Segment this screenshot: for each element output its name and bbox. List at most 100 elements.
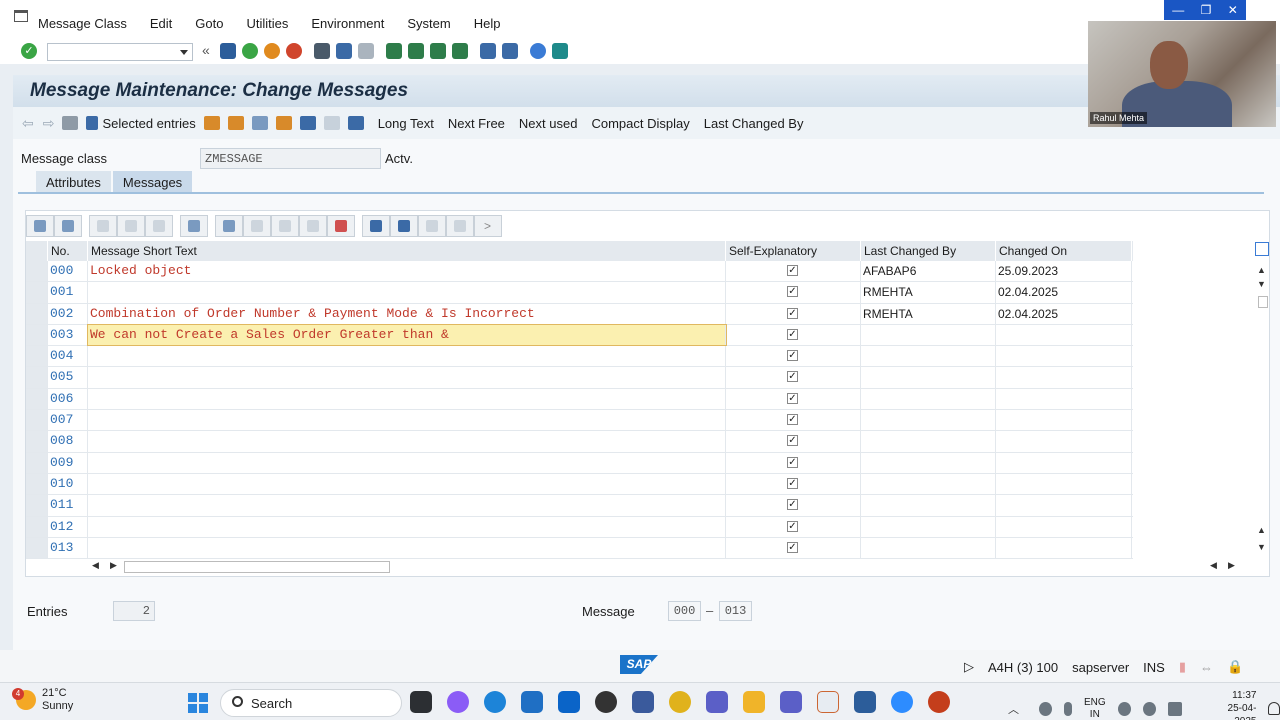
exit-icon[interactable] — [264, 43, 280, 59]
battery-icon[interactable] — [1168, 701, 1182, 716]
row-selector[interactable] — [26, 495, 48, 516]
chrome-browser-icon[interactable] — [669, 691, 691, 713]
sap-gui-icon[interactable] — [817, 691, 839, 713]
grid-search-next-button[interactable] — [390, 215, 418, 237]
cancel-icon[interactable] — [286, 43, 302, 59]
new-session-icon[interactable] — [480, 43, 496, 59]
notification-bell-icon[interactable] — [1268, 702, 1280, 715]
collapse-chevron-icon[interactable]: « — [202, 42, 210, 58]
vertical-scrollbar[interactable]: ▲ ▼ ▲ ▼ — [1254, 241, 1270, 575]
header-changed-on[interactable]: Changed On — [996, 241, 1132, 261]
arrow-left-icon[interactable]: ⇦ — [22, 115, 34, 132]
grid-insert-button[interactable] — [89, 215, 117, 237]
grid-search-button[interactable] — [362, 215, 390, 237]
close-icon[interactable]: ✕ — [1228, 3, 1238, 17]
print-icon[interactable] — [314, 43, 330, 59]
row-selector[interactable] — [26, 346, 48, 367]
grid-filter-button[interactable] — [446, 215, 474, 237]
row-selector[interactable] — [26, 282, 48, 303]
row-selector[interactable] — [26, 431, 48, 452]
menu-goto[interactable]: Goto — [195, 16, 223, 31]
display-change-icon[interactable] — [62, 116, 79, 130]
layout-icon[interactable] — [552, 43, 568, 59]
self-explanatory-checkbox[interactable]: ✓ — [787, 307, 798, 319]
message-text-cell[interactable]: Locked object — [88, 261, 726, 282]
message-text-cell[interactable] — [88, 282, 726, 303]
outlook-app-icon[interactable] — [558, 691, 580, 713]
grid-more-button[interactable]: > — [474, 215, 502, 237]
self-explanatory-checkbox[interactable]: ✓ — [787, 371, 798, 383]
grid-undo-button[interactable] — [145, 215, 173, 237]
clock[interactable]: 11:37 25-04-2025 — [1208, 689, 1257, 720]
powerpoint-app-icon[interactable] — [928, 691, 950, 713]
message-text-cell[interactable] — [88, 388, 726, 410]
find-next-icon[interactable] — [358, 43, 374, 59]
grid-append-button[interactable] — [117, 215, 145, 237]
restore-icon[interactable]: ❐ — [1201, 3, 1212, 17]
windows-start-icon[interactable] — [188, 693, 208, 713]
message-text-cell[interactable] — [88, 410, 726, 431]
table-icon[interactable] — [323, 116, 340, 130]
store-app-icon[interactable] — [521, 691, 543, 713]
transport-icon[interactable] — [251, 116, 268, 130]
file-explorer-icon[interactable] — [743, 691, 765, 713]
scroll-left-icon[interactable]: ◀ — [92, 560, 99, 571]
menu-help[interactable]: Help — [474, 16, 501, 31]
play-icon[interactable]: ▷ — [964, 659, 974, 675]
message-text-cell[interactable]: Combination of Order Number & Payment Mo… — [88, 303, 726, 324]
message-text-cell[interactable] — [88, 431, 726, 452]
next-used-button[interactable]: Next used — [519, 116, 578, 131]
self-explanatory-checkbox[interactable]: ✓ — [787, 499, 798, 511]
page-up-icon[interactable]: ▲ — [1257, 525, 1266, 535]
back-icon[interactable] — [242, 43, 258, 59]
menu-edit[interactable]: Edit — [150, 16, 172, 31]
message-text-cell[interactable] — [88, 516, 726, 537]
pencil-icon[interactable] — [86, 116, 99, 130]
info-icon[interactable] — [347, 116, 364, 130]
select-all-cell[interactable] — [26, 241, 48, 261]
header-message-text[interactable]: Message Short Text — [88, 241, 726, 261]
scroll-right-icon[interactable]: ▶ — [110, 560, 117, 571]
volume-icon[interactable] — [1142, 701, 1157, 716]
grid-sort-button[interactable] — [418, 215, 446, 237]
page-down-icon[interactable]: ▼ — [1257, 542, 1266, 552]
find-icon[interactable] — [336, 43, 352, 59]
tab-attributes[interactable]: Attributes — [36, 171, 111, 193]
horizontal-scrollbar[interactable]: ◀ ▶ ◀ ▶ — [92, 560, 1242, 574]
taskbar-search[interactable]: Search — [220, 689, 402, 717]
cloud-icon[interactable] — [1039, 701, 1053, 716]
message-text-cell[interactable]: We can not Create a Sales Order Greater … — [87, 323, 727, 347]
sap-session-icon[interactable] — [854, 691, 876, 713]
grid-copy-button[interactable] — [243, 215, 271, 237]
message-text-cell[interactable] — [88, 346, 726, 367]
help-icon[interactable] — [530, 43, 546, 59]
message-text-cell[interactable] — [88, 495, 726, 516]
first-page-icon[interactable] — [386, 43, 402, 59]
zoom-app-icon[interactable] — [891, 691, 913, 713]
scroll-thumb[interactable] — [1258, 296, 1268, 308]
row-selector[interactable] — [26, 261, 48, 282]
menu-system[interactable]: System — [407, 16, 450, 31]
scroll-down-icon[interactable]: ▼ — [1257, 279, 1266, 289]
chevron-up-icon[interactable]: ︿ — [1008, 701, 1019, 717]
row-selector[interactable] — [26, 303, 48, 324]
wifi-icon[interactable] — [1117, 701, 1131, 716]
message-text-cell[interactable] — [88, 452, 726, 473]
tab-messages[interactable]: Messages — [112, 171, 193, 193]
message-class-field[interactable]: ZMESSAGE — [200, 148, 381, 169]
self-explanatory-checkbox[interactable]: ✓ — [787, 541, 798, 553]
arrow-right-icon[interactable]: ⇨ — [43, 115, 55, 132]
row-selector[interactable] — [26, 452, 48, 473]
system-info[interactable]: A4H (3) 100 — [988, 660, 1058, 675]
edge-browser-icon[interactable] — [484, 691, 506, 713]
grid-delete-button[interactable] — [180, 215, 208, 237]
message-text-cell[interactable] — [88, 473, 726, 495]
scroll-up-icon[interactable]: ▲ — [1257, 265, 1266, 275]
column-settings-icon[interactable] — [1255, 242, 1269, 256]
dell-app-icon[interactable] — [595, 691, 617, 713]
row-selector[interactable] — [26, 473, 48, 495]
chevron-down-icon[interactable] — [180, 50, 188, 55]
message-text-cell[interactable] — [88, 537, 726, 559]
self-explanatory-checkbox[interactable]: ✓ — [787, 456, 798, 468]
microphone-icon[interactable] — [1064, 701, 1072, 716]
